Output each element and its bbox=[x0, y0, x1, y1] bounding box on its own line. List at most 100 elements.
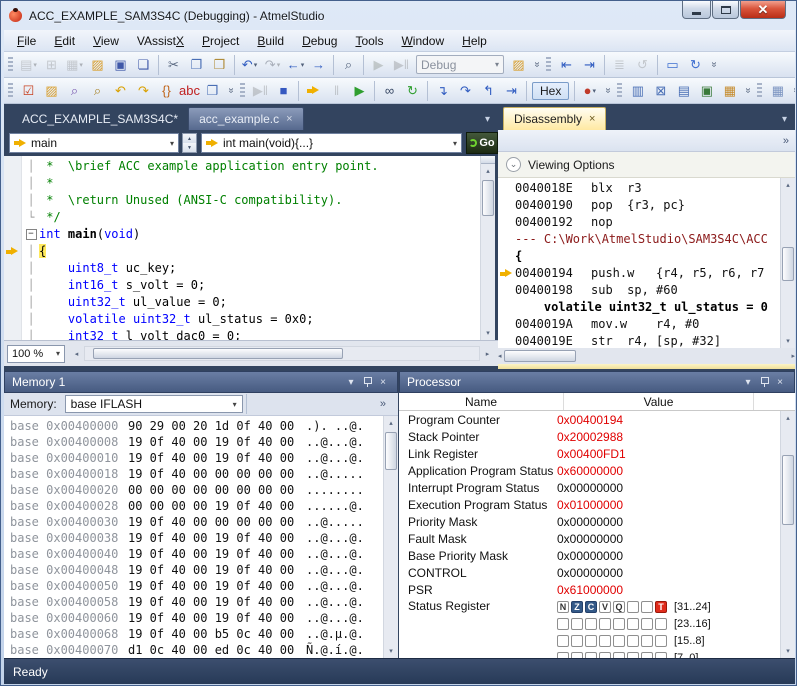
toolbar-grip[interactable] bbox=[757, 83, 762, 99]
undo-icon[interactable]: ↶▾ bbox=[239, 54, 260, 75]
configuration-combo[interactable]: Debug▾ bbox=[416, 55, 504, 74]
code-line[interactable]: │ uint8_t uc_key; bbox=[23, 260, 480, 277]
processor-panel-title-bar[interactable]: Processor ▾ × bbox=[399, 371, 795, 393]
status-bit-checkbox[interactable]: C bbox=[585, 601, 597, 613]
status-bit-checkbox[interactable]: V bbox=[599, 601, 611, 613]
scroll-thumb[interactable] bbox=[782, 455, 794, 525]
menu-file[interactable]: File bbox=[8, 31, 45, 51]
break-all-icon[interactable]: ▶‖ bbox=[391, 54, 412, 75]
toggle-all-breakpoints-icon[interactable]: ▦ bbox=[767, 80, 788, 101]
close-tab-icon[interactable]: × bbox=[286, 113, 292, 125]
maximize-button[interactable] bbox=[712, 1, 739, 19]
member-combo[interactable]: int main(void){...} ▾ bbox=[201, 133, 462, 153]
toolbar-overflow-icon[interactable]: » bbox=[709, 60, 720, 70]
status-bit-checkbox[interactable] bbox=[641, 635, 653, 647]
word-wrap-icon[interactable]: ↻ bbox=[685, 54, 706, 75]
code-line[interactable]: │{ bbox=[23, 243, 480, 260]
status-bit-checkbox[interactable]: N bbox=[557, 601, 569, 613]
pin-icon[interactable] bbox=[760, 376, 769, 388]
register-value[interactable]: 0x20002988 bbox=[557, 430, 623, 444]
code-line[interactable]: └ */ bbox=[23, 209, 480, 226]
register-value[interactable]: 0x00400FD1 bbox=[557, 447, 626, 461]
dropdown-arrow-icon[interactable]: ▾ bbox=[453, 139, 457, 148]
close-tab-icon[interactable]: × bbox=[589, 113, 595, 125]
run-to-cursor-icon[interactable]: ⇥ bbox=[501, 80, 522, 101]
viewing-options-header[interactable]: ⌄ Viewing Options bbox=[498, 152, 795, 178]
memory-segment-combo[interactable]: base IFLASH ▾ bbox=[65, 395, 243, 413]
find-symbol-icon[interactable]: ⌕ bbox=[64, 80, 85, 101]
toolbar-grip[interactable] bbox=[8, 83, 13, 99]
scroll-down-icon[interactable]: ▾ bbox=[384, 644, 398, 658]
scroll-up-icon[interactable]: ▴ bbox=[781, 411, 795, 425]
toolbar-overflow-icon[interactable]: » bbox=[603, 86, 614, 96]
spin-up-icon[interactable]: ▲ bbox=[183, 134, 196, 143]
step-into-icon[interactable]: ↴ bbox=[432, 80, 453, 101]
close-panel-icon[interactable]: × bbox=[376, 377, 390, 388]
disassembly-horizontal-scrollbar[interactable]: ◂ ▸ bbox=[498, 348, 795, 364]
code-line[interactable]: −int main(void) bbox=[23, 226, 480, 243]
scroll-track[interactable] bbox=[781, 425, 795, 644]
scroll-down-icon[interactable]: ▾ bbox=[781, 334, 795, 348]
close-button[interactable]: ✕ bbox=[740, 1, 786, 19]
show-next-statement-icon[interactable] bbox=[303, 80, 324, 101]
status-bit-checkbox[interactable] bbox=[641, 618, 653, 630]
status-bit-checkbox[interactable] bbox=[585, 618, 597, 630]
tab-disassembly[interactable]: Disassembly × bbox=[503, 107, 606, 130]
menu-tools[interactable]: Tools bbox=[346, 31, 392, 51]
va-navigate-forward-icon[interactable]: ↷ bbox=[133, 80, 154, 101]
indent-decrease-icon[interactable]: ⇤ bbox=[556, 54, 577, 75]
menu-vassistx[interactable]: VAssistX bbox=[128, 31, 193, 51]
restart-debug-icon[interactable]: ▶‖ bbox=[250, 80, 271, 101]
processor-content[interactable]: Program Counter0x00400194Stack Pointer0x… bbox=[399, 411, 795, 658]
cut-icon[interactable]: ✂ bbox=[163, 54, 184, 75]
refresh-debug-icon[interactable]: ↻ bbox=[402, 80, 423, 101]
spin-down-icon[interactable]: ▼ bbox=[183, 143, 196, 152]
va-open-file-icon[interactable]: ▨ bbox=[41, 80, 62, 101]
memory-window-icon[interactable]: ▦ bbox=[719, 80, 740, 101]
status-bit-checkbox[interactable]: T bbox=[655, 601, 667, 613]
status-bit-checkbox[interactable] bbox=[655, 635, 667, 647]
add-item-icon[interactable]: ⊞ bbox=[41, 54, 62, 75]
intellisense-suggestion-icon[interactable]: ▭ bbox=[662, 54, 683, 75]
scroll-right-icon[interactable]: ▸ bbox=[791, 349, 795, 363]
scroll-down-icon[interactable]: ▾ bbox=[481, 326, 495, 340]
menu-view[interactable]: View bbox=[84, 31, 128, 51]
scroll-left-icon[interactable]: ◂ bbox=[69, 345, 84, 362]
paste-icon[interactable]: ❒ bbox=[209, 54, 230, 75]
scroll-up-icon[interactable]: ▴ bbox=[384, 416, 398, 430]
uncomment-icon[interactable]: ↺ bbox=[632, 54, 653, 75]
register-value[interactable]: 0x60000000 bbox=[557, 464, 623, 478]
status-bit-checkbox[interactable] bbox=[627, 635, 639, 647]
code-line[interactable]: │ uint32_t ul_value = 0; bbox=[23, 294, 480, 311]
register-value[interactable]: 0x00000000 bbox=[557, 566, 623, 580]
register-value[interactable]: 0x00400194 bbox=[557, 413, 623, 427]
register-value[interactable]: 0x00000000 bbox=[557, 549, 623, 563]
toolbar-grip[interactable] bbox=[546, 57, 551, 73]
vassistx-enabled-icon[interactable]: ☑ bbox=[18, 80, 39, 101]
status-bit-checkbox[interactable]: Z bbox=[571, 601, 583, 613]
start-debugging-icon[interactable]: ▶ bbox=[368, 54, 389, 75]
toolbar-overflow-icon[interactable]: » bbox=[791, 86, 795, 96]
pause-icon[interactable]: ‖ bbox=[326, 80, 347, 101]
code-line[interactable]: │ volatile uint32_t ul_status = 0x0; bbox=[23, 311, 480, 328]
status-bit-checkbox[interactable] bbox=[571, 618, 583, 630]
status-bit-checkbox[interactable] bbox=[599, 618, 611, 630]
toolbar-overflow-icon[interactable]: » bbox=[532, 60, 543, 70]
code-editor[interactable]: │ * \brief ACC example application entry… bbox=[4, 156, 495, 340]
menu-help[interactable]: Help bbox=[453, 31, 496, 51]
quick-watch-icon[interactable]: ∞ bbox=[379, 80, 400, 101]
step-over-icon[interactable]: ↷ bbox=[455, 80, 476, 101]
code-line[interactable]: │ * \return Unused (ANSI-C compatibility… bbox=[23, 192, 480, 209]
zoom-combo[interactable]: 100 % ▾ bbox=[7, 345, 65, 363]
open-file-icon[interactable]: ▨ bbox=[87, 54, 108, 75]
continue-icon[interactable]: ▶ bbox=[349, 80, 370, 101]
autos-window-icon[interactable]: ⊠ bbox=[650, 80, 671, 101]
stop-debugging-icon[interactable]: ■ bbox=[273, 80, 294, 101]
fold-collapse-icon[interactable]: − bbox=[26, 229, 37, 240]
editor-horizontal-scrollbar[interactable]: ◂ ▸ bbox=[69, 345, 495, 362]
indent-increase-icon[interactable]: ⇥ bbox=[579, 54, 600, 75]
paste-history-icon[interactable]: ❐ bbox=[202, 80, 223, 101]
watch-window-icon[interactable]: ▥ bbox=[627, 80, 648, 101]
go-button[interactable]: Go bbox=[466, 132, 498, 154]
navigate-backward-icon[interactable]: ←▾ bbox=[285, 54, 306, 75]
